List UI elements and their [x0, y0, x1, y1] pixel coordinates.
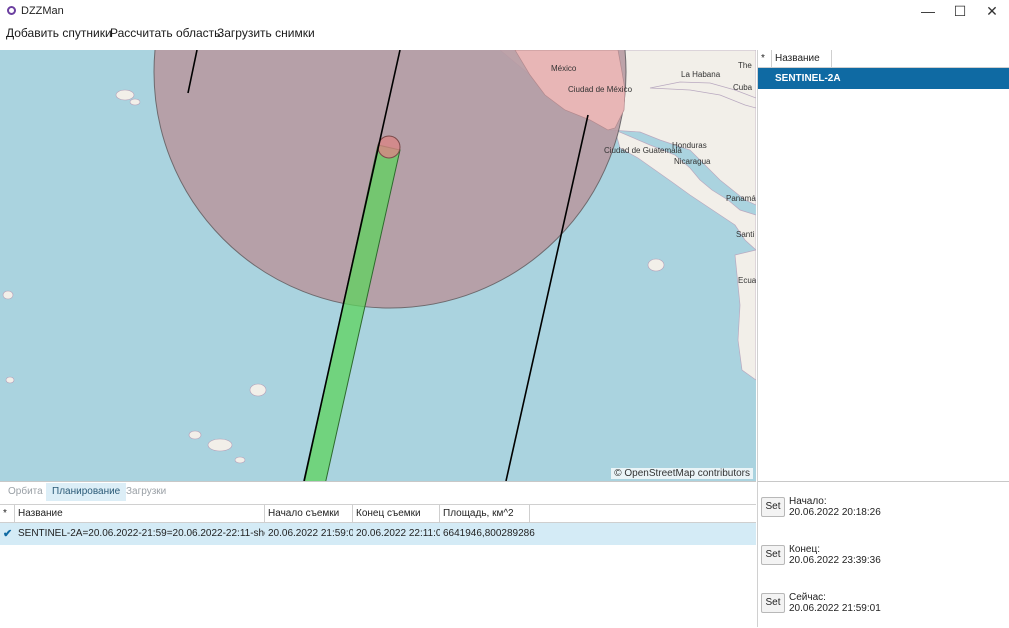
tab-downloads[interactable]: Загрузки	[120, 483, 172, 501]
menu-add-satellites[interactable]: Добавить спутники	[5, 26, 113, 40]
start-label: Начало:	[789, 496, 827, 507]
set-start-button[interactable]: Set	[761, 497, 785, 517]
label-ciudad-de-mexico: Ciudad de México	[568, 85, 633, 94]
satellite-row-selected[interactable]: SENTINEL-2A	[758, 68, 1009, 89]
menu-download-images[interactable]: Загрузить снимки	[216, 26, 316, 40]
table-row[interactable]: ✔ SENTINEL-2A=20.06.2022-21:59=20.06.202…	[0, 523, 756, 545]
maximize-button[interactable]: ☐	[944, 0, 976, 22]
row-check-icon[interactable]: ✔	[0, 523, 15, 545]
row-start: 20.06.2022 21:59:02	[268, 528, 353, 539]
bottom-panel: Орбита Планирование Загрузки * Название …	[0, 481, 756, 627]
header-name[interactable]: Название	[772, 50, 832, 67]
title-bar: DZZMan — ☐ ✕	[0, 0, 1009, 22]
label-panama: Panamá	[726, 194, 756, 203]
label-santiago: Santi	[736, 230, 754, 239]
minimize-button[interactable]: —	[912, 0, 944, 22]
col-name[interactable]: Название	[15, 505, 265, 522]
label-bahamas: The	[738, 61, 752, 70]
row-end: 20.06.2022 22:11:00	[356, 528, 440, 539]
planning-table-header: * Название Начало съемки Конец съемки Пл…	[0, 505, 756, 523]
satellite-list-panel: * Название SENTINEL-2A	[757, 50, 1009, 481]
col-start[interactable]: Начало съемки	[265, 505, 353, 522]
map-canvas: México Ciudad de México La Habana Ciudad…	[2, 50, 756, 481]
label-nicaragua: Nicaragua	[674, 157, 711, 166]
header-star: *	[758, 50, 772, 67]
label-la-habana: La Habana	[681, 70, 721, 79]
end-value: 20.06.2022 23:39:36	[789, 555, 881, 566]
menu-calculate-area[interactable]: Рассчитать область	[109, 26, 221, 40]
label-mexico: México	[551, 64, 577, 73]
tab-planning[interactable]: Планирование	[46, 483, 127, 501]
set-end-button[interactable]: Set	[761, 545, 785, 565]
start-value: 20.06.2022 20:18:26	[789, 507, 881, 518]
label-honduras: Honduras	[672, 141, 707, 150]
satellite-position-marker	[377, 135, 401, 159]
now-label: Сейчас:	[789, 592, 826, 603]
row-name: SENTINEL-2A=20.06.2022-21:59=20.06.2022-…	[18, 528, 265, 539]
set-now-button[interactable]: Set	[761, 593, 785, 613]
end-label: Конец:	[789, 544, 820, 555]
label-ecuador: Ecua	[738, 276, 756, 285]
app-logo-icon	[7, 6, 16, 15]
satellite-list-header: * Название	[758, 50, 1009, 68]
col-end[interactable]: Конец съемки	[353, 505, 440, 522]
tab-orbit[interactable]: Орбита	[2, 483, 49, 501]
close-button[interactable]: ✕	[976, 0, 1008, 22]
label-ciudad-de-guatemala: Ciudad de Guatemala	[604, 146, 682, 155]
map-attribution: © OpenStreetMap contributors	[611, 468, 753, 479]
land-south-america	[734, 249, 756, 381]
col-area[interactable]: Площадь, км^2	[440, 505, 530, 522]
planning-table: * Название Начало съемки Конец съемки Пл…	[0, 504, 756, 628]
row-area: 6641946,800289286	[443, 528, 535, 539]
col-star: *	[0, 505, 15, 522]
time-panel: Set Начало: 20.06.2022 20:18:26 Set Коне…	[757, 481, 1009, 627]
now-value: 20.06.2022 21:59:01	[789, 603, 881, 614]
map-view[interactable]: México Ciudad de México La Habana Ciudad…	[0, 50, 756, 481]
window-title: DZZMan	[21, 5, 64, 17]
label-cuba: Cuba	[733, 83, 753, 92]
menu-bar: Добавить спутники Рассчитать область Заг…	[0, 22, 1009, 50]
